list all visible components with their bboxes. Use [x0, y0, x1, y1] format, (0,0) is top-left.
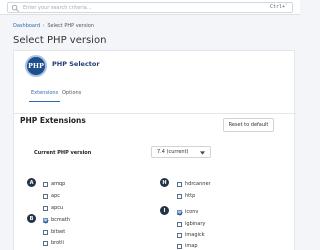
tab-options[interactable]: Options	[62, 89, 81, 102]
extension-label: iconv	[185, 209, 199, 215]
breadcrumb-separator: ›	[42, 23, 45, 29]
letter-badge-b: B	[27, 214, 36, 223]
letter-badge-h: H	[160, 178, 169, 187]
app-title: PHP Selector	[52, 60, 100, 68]
extension-label: imap	[185, 243, 198, 249]
php-version-label: Current PHP version	[34, 150, 92, 156]
extension-label: brotli	[51, 240, 64, 246]
extension-item[interactable]: igbinary	[177, 220, 205, 228]
page-title: Select PHP version	[13, 35, 107, 46]
extension-label: bitset	[51, 229, 66, 235]
extension-item[interactable]: apcu	[43, 204, 63, 212]
php-version-select[interactable]: 7.4 (current)	[151, 146, 211, 158]
breadcrumb: Dashboard › Select PHP version	[13, 23, 94, 29]
letter-badge-a: A	[27, 178, 36, 187]
chevron-down-icon	[200, 151, 205, 155]
extension-label: apcu	[51, 205, 64, 211]
extension-item[interactable]: imap	[177, 242, 198, 250]
extension-checkbox[interactable]	[177, 181, 182, 187]
extension-checkbox[interactable]	[177, 243, 182, 249]
extension-checkbox[interactable]	[43, 193, 48, 199]
extension-label: igbinary	[185, 221, 206, 227]
extension-label: bcmath	[51, 217, 70, 223]
extension-label: hdrcanner	[185, 181, 211, 187]
extension-label: apc	[51, 193, 60, 199]
extension-label: http	[185, 193, 196, 199]
extension-item[interactable]: brotli	[43, 239, 64, 247]
extension-checkbox[interactable]	[177, 209, 182, 215]
letter-badge-i: I	[160, 206, 169, 215]
search-box[interactable]: Ctrl+`	[7, 2, 293, 13]
tabs-divider	[14, 113, 296, 114]
tab-extensions[interactable]: Extensions	[29, 89, 61, 102]
php-logo-icon: PHP	[25, 55, 47, 77]
search-icon	[11, 4, 19, 12]
extension-item[interactable]: http	[177, 192, 195, 200]
extension-checkbox[interactable]	[43, 229, 48, 235]
extension-item[interactable]: iconv	[177, 208, 198, 216]
reset-to-default-button[interactable]: Reset to default	[223, 118, 274, 132]
top-search-bar: Ctrl+`	[0, 0, 300, 15]
extension-checkbox[interactable]	[177, 221, 182, 227]
php-selector-panel: PHP PHP Selector Extensions Options PHP …	[13, 50, 296, 250]
extension-item[interactable]: bitset	[43, 228, 65, 236]
extension-label: imagick	[185, 232, 205, 238]
extension-item[interactable]: imagick	[177, 231, 205, 239]
php-version-value: 7.4 (current)	[157, 149, 189, 155]
extension-item[interactable]: hdrcanner	[177, 180, 211, 188]
search-shortcut-hint: Ctrl+`	[269, 4, 288, 10]
extension-item[interactable]: bcmath	[43, 216, 70, 224]
extension-checkbox[interactable]	[43, 181, 48, 187]
extension-checkbox[interactable]	[43, 240, 48, 246]
extension-checkbox[interactable]	[43, 205, 48, 211]
php-logo-text: PHP	[28, 62, 44, 70]
extension-checkbox[interactable]	[177, 232, 182, 238]
extension-item[interactable]: amqp	[43, 180, 65, 188]
extension-checkbox[interactable]	[177, 193, 182, 199]
breadcrumb-current: Select PHP version	[47, 23, 95, 29]
extension-checkbox[interactable]	[43, 217, 48, 223]
section-title: PHP Extensions	[20, 116, 86, 125]
extension-label: amqp	[51, 181, 66, 187]
search-input[interactable]	[23, 3, 243, 12]
extension-item[interactable]: apc	[43, 192, 60, 200]
breadcrumb-dashboard-link[interactable]: Dashboard	[13, 23, 40, 29]
